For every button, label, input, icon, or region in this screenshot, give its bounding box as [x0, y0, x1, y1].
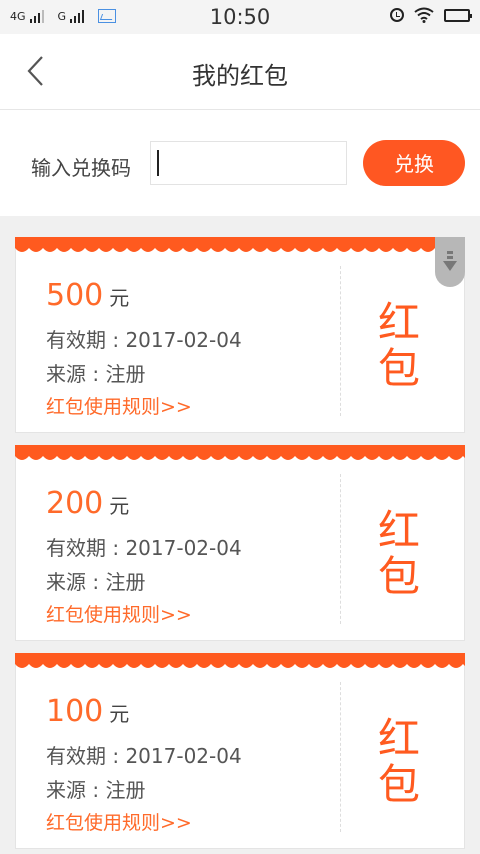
page-title: 我的红包: [192, 62, 288, 90]
coupon-amount: 200: [46, 486, 104, 521]
coupon-card: 200 元 有效期 : 2017-02-04 来源 : 注册 红包使用规则>> …: [15, 445, 465, 641]
status-right: [390, 7, 472, 23]
coupon-divider: [340, 266, 341, 416]
coupon-unit: 元: [109, 286, 130, 310]
coupon-source: 来源 : 注册: [46, 570, 146, 594]
redeem-code-input[interactable]: [150, 141, 347, 185]
coupon-amount: 500: [46, 278, 104, 313]
redeem-button[interactable]: 兑换: [363, 140, 465, 186]
coupon-source: 来源 : 注册: [46, 362, 146, 386]
coupon-amount-row: 200 元: [46, 486, 129, 521]
coupon-rules-link[interactable]: 红包使用规则>>: [46, 392, 192, 419]
coupon-rules-link[interactable]: 红包使用规则>>: [46, 808, 192, 835]
coupon-divider: [340, 474, 341, 624]
coupon-unit: 元: [109, 494, 130, 518]
coupon-badge: 红 包: [374, 300, 424, 392]
header: 我的红包: [0, 34, 480, 110]
status-bar: 4G G 10:50: [0, 0, 480, 34]
coupon-divider: [340, 682, 341, 832]
wifi-icon: [414, 7, 434, 23]
coupon-badge-line1: 红: [377, 714, 420, 763]
coupon-rules-link[interactable]: 红包使用规则>>: [46, 600, 192, 627]
text-cursor: [157, 150, 159, 176]
coupon-card: 100 元 有效期 : 2017-02-04 来源 : 注册 红包使用规则>> …: [15, 653, 465, 849]
card-top-band: [15, 237, 465, 252]
scroll-handle[interactable]: [435, 237, 465, 287]
alarm-icon: [390, 8, 404, 22]
coupon-validity: 有效期 : 2017-02-04: [46, 536, 242, 560]
coupon-badge: 红 包: [374, 716, 424, 808]
coupon-badge-line2: 包: [377, 552, 420, 601]
coupon-badge-line1: 红: [377, 298, 420, 347]
coupon-validity: 有效期 : 2017-02-04: [46, 328, 242, 352]
coupon-validity: 有效期 : 2017-02-04: [46, 744, 242, 768]
arrow-down-icon: [443, 251, 457, 271]
coupon-amount-row: 500 元: [46, 278, 129, 313]
coupon-badge-line1: 红: [377, 506, 420, 555]
redeem-code-label: 输入兑换码: [31, 156, 131, 180]
coupon-unit: 元: [109, 702, 130, 726]
card-top-band: [15, 653, 465, 668]
card-top-band: [15, 445, 465, 460]
battery-icon: [444, 8, 472, 22]
coupon-badge: 红 包: [374, 508, 424, 600]
coupon-amount-row: 100 元: [46, 694, 129, 729]
coupon-badge-line2: 包: [377, 344, 420, 393]
coupon-amount: 100: [46, 694, 104, 729]
coupon-card: 500 元 有效期 : 2017-02-04 来源 : 注册 红包使用规则>> …: [15, 237, 465, 433]
coupon-source: 来源 : 注册: [46, 778, 146, 802]
coupon-badge-line2: 包: [377, 760, 420, 809]
